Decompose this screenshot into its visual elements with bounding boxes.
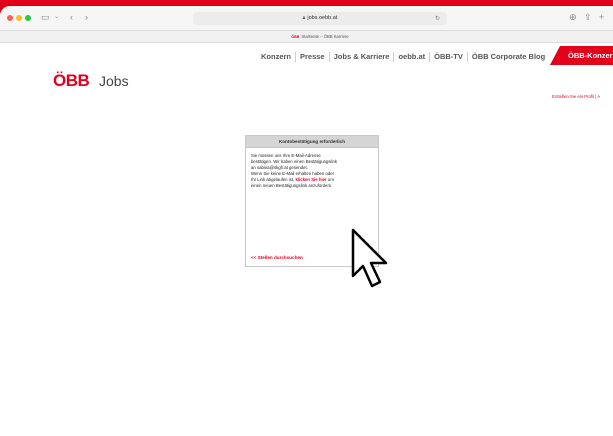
reload-icon[interactable]: ↻ bbox=[435, 13, 440, 26]
top-navigation: Konzern Presse Jobs & Karriere oebb.at Ö… bbox=[257, 49, 549, 64]
back-icon[interactable]: ‹ bbox=[70, 11, 73, 23]
favicon-icon: ÖBB bbox=[291, 35, 300, 39]
message-text: um bbox=[326, 177, 334, 182]
nav-oebb-at[interactable]: oebb.at bbox=[394, 51, 431, 62]
dialog-message: Sie müssen uns Ihre E-Mail-Adresse bestä… bbox=[246, 148, 378, 189]
download-icon[interactable]: ⊕ bbox=[569, 11, 577, 23]
close-window-button[interactable] bbox=[7, 15, 13, 21]
address-bar[interactable]: 🔒︎ jobs.oebb.at ↻ bbox=[193, 12, 447, 25]
sidebar-icon[interactable]: ▭ bbox=[41, 11, 50, 23]
message-text: Ihr Link abgelaufen ist, bbox=[251, 177, 296, 182]
chevron-down-icon[interactable]: ⌄ bbox=[54, 11, 59, 23]
nav-presse[interactable]: Presse bbox=[296, 51, 330, 62]
nav-oebb-tv[interactable]: ÖBB-TV bbox=[430, 51, 468, 62]
minimize-window-button[interactable] bbox=[16, 15, 22, 21]
jobs-label: Jobs bbox=[99, 73, 129, 89]
tab-bar[interactable]: ÖBB Startseite – ÖBB Karriere bbox=[0, 31, 613, 43]
forward-icon[interactable]: › bbox=[85, 11, 88, 23]
back-to-search-link[interactable]: << Stellen durchsuchen bbox=[251, 255, 303, 260]
tab-title: Startseite – ÖBB Karriere bbox=[301, 34, 349, 39]
zoom-window-button[interactable] bbox=[25, 15, 31, 21]
dialog-title: Kontobestätigung erforderlich bbox=[246, 136, 378, 148]
resend-link[interactable]: klicken Sie hier bbox=[295, 177, 326, 182]
new-tab-icon[interactable]: + bbox=[599, 11, 604, 23]
oebb-logo[interactable]: ÖBB bbox=[53, 71, 90, 91]
nav-oebb-konzern-tab[interactable]: ÖBB-Konzern bbox=[550, 46, 613, 65]
browser-window: ▭ ⌄ ‹ › 🔒︎ jobs.oebb.at ↻ ⊕ ⇪ + ÖBB Starts… bbox=[0, 6, 613, 436]
lock-icon: 🔒︎ bbox=[302, 15, 306, 21]
mouse-pointer-icon bbox=[351, 228, 388, 288]
nav-corporate-blog[interactable]: ÖBB Corporate Blog bbox=[468, 52, 549, 62]
share-icon[interactable]: ⇪ bbox=[584, 11, 592, 23]
url-text: jobs.oebb.at bbox=[307, 15, 338, 21]
message-line: einen neuen Bestätigungslink anzufordern… bbox=[251, 183, 333, 188]
web-page: Konzern Presse Jobs & Karriere oebb.at Ö… bbox=[0, 43, 613, 436]
nav-jobs-karriere[interactable]: Jobs & Karriere bbox=[330, 51, 395, 62]
browser-toolbar: ▭ ⌄ ‹ › 🔒︎ jobs.oebb.at ↻ ⊕ ⇪ + bbox=[0, 6, 613, 31]
nav-konzern[interactable]: Konzern bbox=[257, 51, 296, 62]
profile-link[interactable]: Erstellen Sie ein Profil | A bbox=[552, 94, 600, 99]
